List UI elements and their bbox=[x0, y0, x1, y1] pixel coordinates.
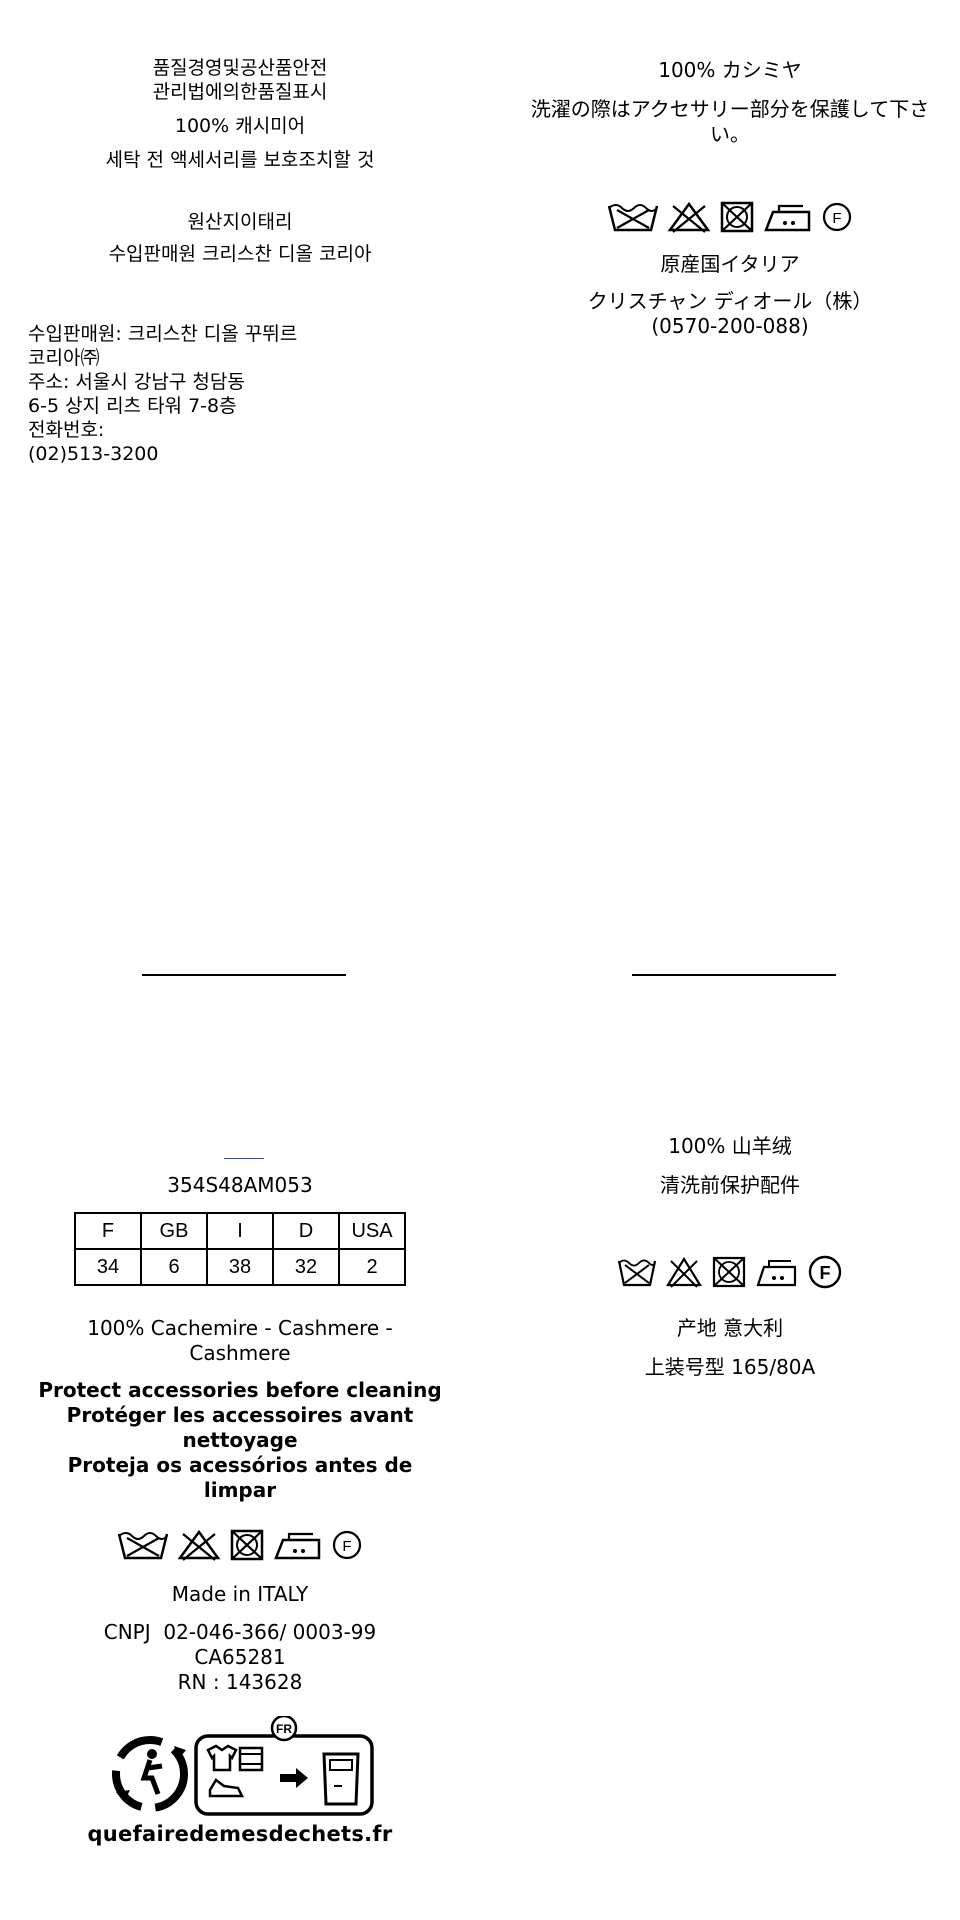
wash-30-icon bbox=[617, 1255, 657, 1289]
intl-care-line: Protect accessories before cleaning bbox=[38, 1378, 442, 1402]
size-value-cell: 2 bbox=[338, 1248, 406, 1286]
kr-importer-line: 전화번호: bbox=[28, 419, 105, 441]
intl-composition-line-1: 100% Cachemire - Cashmere - bbox=[87, 1316, 393, 1340]
size-value-cell: 38 bbox=[206, 1248, 274, 1286]
no-bleach-icon bbox=[667, 200, 711, 234]
no-tumble-dry-icon bbox=[719, 200, 755, 234]
blue-underline-mark bbox=[224, 1158, 264, 1159]
triman-logo: FR bbox=[104, 1714, 384, 1816]
size-value-cell: 32 bbox=[272, 1248, 340, 1286]
intl-reference: 354S48AM053 bbox=[167, 1173, 313, 1197]
cn-care-symbols: F bbox=[560, 1254, 900, 1290]
cn-size: 上装号型 165/80A bbox=[644, 1355, 816, 1379]
size-table-value-row: 34 6 38 32 2 bbox=[74, 1248, 406, 1286]
rn-number: RN : 143628 bbox=[177, 1670, 303, 1694]
size-header-cell: GB bbox=[140, 1212, 208, 1250]
kr-label: 품질경영및공산품안전 관리법에의한품질표시 100% 캐시미어 세탁 전 액세서… bbox=[40, 56, 440, 266]
jp-company: クリスチャン ディオール（株） bbox=[587, 289, 873, 313]
wash-30-icon bbox=[607, 200, 659, 234]
divider-left bbox=[142, 974, 346, 976]
kr-importer-block: 수입판매원: 크리스찬 디올 꾸뛰르 코리아㈜ 주소: 서울시 강남구 청담동 … bbox=[28, 322, 408, 466]
jp-phone: (0570-200-088) bbox=[651, 314, 809, 338]
svg-text:F: F bbox=[820, 1263, 831, 1283]
made-in: Made in ITALY bbox=[171, 1582, 309, 1606]
cnpj-number: CNPJ 02-046-366/ 0003-99 bbox=[103, 1620, 377, 1644]
kr-origin: 원산지이태리 bbox=[187, 211, 293, 233]
kr-title-line-1: 품질경영및공산품안전 bbox=[152, 57, 328, 79]
triman-icon: FR bbox=[112, 1714, 374, 1816]
jp-composition: 100% カシミヤ bbox=[658, 58, 802, 82]
cn-composition: 100% 山羊绒 bbox=[668, 1134, 792, 1158]
jp-info: 原産国イタリア クリスチャン ディオール（株） (0570-200-088) bbox=[510, 252, 950, 339]
recycle-url: quefairedemesdechets.fr bbox=[87, 1822, 393, 1846]
no-tumble-dry-icon bbox=[711, 1255, 747, 1289]
iron-medium-icon bbox=[763, 200, 813, 234]
cn-origin: 产地 意大利 bbox=[676, 1316, 784, 1340]
fr-badge-text: FR bbox=[276, 1722, 292, 1736]
jp-origin: 原産国イタリア bbox=[660, 252, 800, 276]
intl-care-line: Proteja os acessórios antes de limpar bbox=[67, 1453, 413, 1502]
kr-importer-line: 6-5 상지 리츠 타워 7-8층 bbox=[28, 395, 237, 417]
intl-care-line: nettoyage bbox=[182, 1428, 298, 1452]
kr-importer-line: 코리아㈜ bbox=[28, 347, 100, 369]
kr-title-line-2: 관리법에의한품질표시 bbox=[152, 81, 328, 103]
no-tumble-dry-icon bbox=[229, 1528, 265, 1562]
size-header-cell: D bbox=[272, 1212, 340, 1250]
jp-care-line-2: い。 bbox=[710, 122, 750, 146]
size-table-header-row: F GB I D USA bbox=[74, 1212, 406, 1250]
size-header-cell: USA bbox=[338, 1212, 406, 1250]
intl-care-line: Protéger les accessoires avant bbox=[66, 1403, 414, 1427]
jp-care-line-1: 洗濯の際はアクセサリー部分を保護して下さ bbox=[530, 97, 930, 121]
iron-medium-icon bbox=[755, 1255, 799, 1289]
kr-care-text: 세탁 전 액세서리를 보호조치할 것 bbox=[105, 149, 375, 171]
size-value-cell: 6 bbox=[140, 1248, 208, 1286]
kr-importer-line: 수입판매원: 크리스찬 디올 꾸뛰르 bbox=[28, 323, 298, 345]
kr-importer-line: 주소: 서울시 강남구 청담동 bbox=[28, 371, 245, 393]
ca-number: CA65281 bbox=[194, 1645, 286, 1669]
intl-composition-line-2: Cashmere bbox=[189, 1341, 291, 1365]
iron-medium-icon bbox=[273, 1528, 323, 1562]
jp-label: 100% カシミヤ 洗濯の際はアクセサリー部分を保護して下さ い。 bbox=[510, 58, 950, 147]
kr-importer-short: 수입판매원 크리스찬 디올 코리아 bbox=[108, 243, 372, 265]
dry-clean-f-icon: F bbox=[821, 200, 853, 234]
size-header-cell: F bbox=[74, 1212, 142, 1250]
intl-registrations: CNPJ 02-046-366/ 0003-99 CA65281 RN : 14… bbox=[40, 1620, 440, 1695]
cn-info: 产地 意大利 上装号型 165/80A bbox=[510, 1316, 950, 1380]
no-bleach-icon bbox=[177, 1528, 221, 1562]
divider-right bbox=[632, 974, 836, 976]
size-table: F GB I D USA 34 6 38 32 2 bbox=[74, 1212, 406, 1286]
dry-clean-f-icon: F bbox=[807, 1254, 843, 1290]
size-header-cell: I bbox=[206, 1212, 274, 1250]
dry-clean-f-icon: F bbox=[331, 1528, 363, 1562]
cn-label: 100% 山羊绒 清洗前保护配件 bbox=[510, 1134, 950, 1198]
intl-care-text: Protect accessories before cleaning Prot… bbox=[30, 1378, 450, 1503]
jp-care-symbols: F bbox=[560, 200, 900, 234]
kr-composition: 100% 캐시미어 bbox=[174, 115, 306, 137]
intl-care-symbols: F bbox=[70, 1528, 410, 1562]
no-bleach-icon bbox=[665, 1255, 703, 1289]
svg-text:F: F bbox=[342, 1538, 351, 1555]
size-value-cell: 34 bbox=[74, 1248, 142, 1286]
svg-text:F: F bbox=[832, 210, 841, 227]
kr-importer-line: (02)513-3200 bbox=[28, 443, 159, 465]
wash-30-icon bbox=[117, 1528, 169, 1562]
intl-composition: 100% Cachemire - Cashmere - Cashmere bbox=[40, 1316, 440, 1366]
cn-care-text: 清洗前保护配件 bbox=[660, 1173, 800, 1197]
